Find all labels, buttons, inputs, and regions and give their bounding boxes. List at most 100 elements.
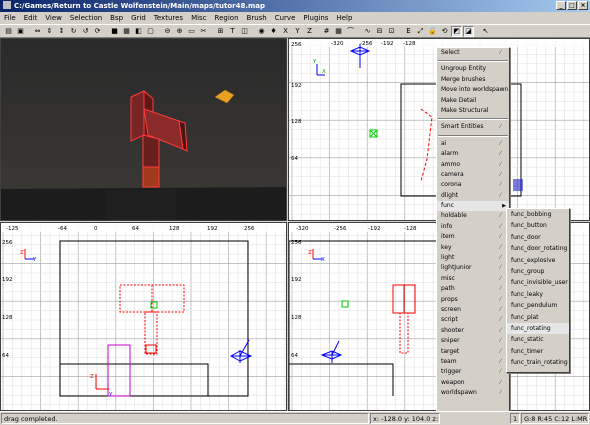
select-touching-icon[interactable]: ▦ bbox=[121, 26, 132, 37]
flip-x-icon[interactable]: ⇔ bbox=[32, 26, 43, 37]
menu-item-alarm[interactable]: alarm ⁄ bbox=[437, 149, 509, 159]
submenu-item-func-timer[interactable]: func_timer bbox=[507, 346, 569, 357]
menu-item-dlight[interactable]: dlight ⁄ bbox=[437, 191, 509, 201]
clipper-icon[interactable]: ✂ bbox=[198, 26, 209, 37]
menu-item-camera[interactable]: camera ⁄ bbox=[437, 170, 509, 180]
minimize-button[interactable]: _ bbox=[556, 1, 566, 10]
menu-item-smart-entities[interactable]: Smart Entities ⁄ bbox=[437, 122, 509, 132]
insert-icon[interactable]: ⊟ bbox=[374, 26, 385, 37]
yz-view[interactable]: -125 -64 0 64 128 192 256 256 192 128 64… bbox=[0, 222, 287, 411]
rotate-lock-icon[interactable]: ⟲ bbox=[439, 26, 450, 37]
grid-icon[interactable]: # bbox=[321, 26, 332, 37]
menu-item-holdable[interactable]: holdable ⁄ bbox=[437, 211, 509, 221]
y-view-icon[interactable]: Y bbox=[292, 26, 303, 37]
open-file-icon[interactable]: ▤ bbox=[3, 26, 14, 37]
change-view-icon[interactable]: ⊞ bbox=[215, 26, 226, 37]
cubic-clip-icon[interactable]: ◫ bbox=[239, 26, 250, 37]
menu-item-screen[interactable]: screen ⁄ bbox=[437, 305, 509, 315]
submenu-item-func-pendulum[interactable]: func_pendulum bbox=[507, 300, 569, 311]
menu-item-key[interactable]: key ⁄ bbox=[437, 243, 509, 253]
menu-item-select[interactable]: Select ⁄ bbox=[437, 48, 509, 58]
menu-item-sniper[interactable]: sniper ⁄ bbox=[437, 336, 509, 346]
menu-edit[interactable]: Edit bbox=[20, 12, 42, 24]
menu-item-func[interactable]: func ▶ bbox=[437, 201, 509, 212]
z-view-icon[interactable]: Z bbox=[304, 26, 315, 37]
submenu-item-func-bobbing[interactable]: func_bobbing bbox=[507, 209, 569, 220]
rotate-y-icon[interactable]: ↺ bbox=[80, 26, 91, 37]
select-partial-icon[interactable]: ◧ bbox=[133, 26, 144, 37]
menu-item-worldspawn[interactable]: worldspawn ⁄ bbox=[437, 388, 509, 398]
csg-subtract-icon[interactable]: ⊖ bbox=[162, 26, 173, 37]
menu-item-make-detail[interactable]: Make Detail bbox=[437, 96, 509, 106]
submenu-item-func-rotating[interactable]: func_rotating bbox=[507, 322, 569, 335]
submenu-item-func-door-rotating[interactable]: func_door_rotating bbox=[507, 243, 569, 254]
selected-brush-outline[interactable] bbox=[420, 108, 433, 182]
menu-item-merge-brushes[interactable]: Merge brushes bbox=[437, 75, 509, 85]
curve-icon[interactable]: ∿ bbox=[362, 26, 373, 37]
menu-curve[interactable]: Curve bbox=[271, 12, 300, 24]
menu-item-misc[interactable]: misc ⁄ bbox=[437, 274, 509, 284]
brush-cursor-icon[interactable]: ↖ bbox=[480, 26, 491, 37]
submenu-item-func-invisible-user[interactable]: func_invisible_user bbox=[507, 277, 569, 288]
menu-item-weapon[interactable]: weapon ⁄ bbox=[437, 378, 509, 388]
menu-item-item[interactable]: item ⁄ bbox=[437, 232, 509, 242]
menu-item-ungroup-entity[interactable]: Ungroup Entity bbox=[437, 64, 509, 74]
menu-item-team[interactable]: team ⁄ bbox=[437, 357, 509, 367]
menu-item-ai[interactable]: ai ⁄ bbox=[437, 139, 509, 149]
menu-item-path[interactable]: path ⁄ bbox=[437, 284, 509, 294]
menu-item-move-into-worldspawn[interactable]: Move into worldspawn bbox=[437, 85, 509, 95]
save-file-icon[interactable]: ▣ bbox=[15, 26, 26, 37]
select-inside-icon[interactable]: ▢ bbox=[145, 26, 156, 37]
patch-icon[interactable]: ▦ bbox=[333, 26, 344, 37]
scale-icon[interactable]: ⤢ bbox=[415, 26, 426, 37]
x-view-icon[interactable]: X bbox=[280, 26, 291, 37]
submenu-item-func-explosive[interactable]: func_explosive bbox=[507, 255, 569, 266]
flip-y-icon[interactable]: ⇕ bbox=[44, 26, 55, 37]
texture-view-icon[interactable]: T bbox=[227, 26, 238, 37]
submenu-item-func-plat[interactable]: func_plat bbox=[507, 312, 569, 323]
select-complete-icon[interactable]: ■ bbox=[109, 26, 120, 37]
rotate-x-icon[interactable]: ↻ bbox=[68, 26, 79, 37]
menu-item-corona[interactable]: corona ⁄ bbox=[437, 180, 509, 190]
maximize-button[interactable]: □ bbox=[567, 1, 577, 10]
drag-edges-icon[interactable]: ◩ bbox=[451, 25, 462, 37]
close-button[interactable]: × bbox=[578, 1, 588, 10]
entity-icon[interactable]: ♦ bbox=[268, 26, 279, 37]
submenu-item-func-group[interactable]: func_group bbox=[507, 266, 569, 277]
menu-item-props[interactable]: props ⁄ bbox=[437, 295, 509, 305]
bend-icon[interactable]: ⌒ bbox=[345, 26, 356, 37]
menu-region[interactable]: Region bbox=[211, 12, 243, 24]
rotate-z-icon[interactable]: ⟳ bbox=[92, 26, 103, 37]
menu-bsp[interactable]: Bsp bbox=[106, 12, 127, 24]
menu-misc[interactable]: Misc bbox=[187, 12, 210, 24]
submenu-item-func-leaky[interactable]: func_leaky bbox=[507, 289, 569, 300]
drill-icon[interactable]: ⊡ bbox=[386, 26, 397, 37]
menu-item-make-structural[interactable]: Make Structural bbox=[437, 106, 509, 116]
menu-item-shooter[interactable]: shooter ⁄ bbox=[437, 326, 509, 336]
menu-view[interactable]: View bbox=[41, 12, 66, 24]
menu-textures[interactable]: Textures bbox=[150, 12, 187, 24]
menu-selection[interactable]: Selection bbox=[66, 12, 106, 24]
submenu-item-func-button[interactable]: func_button bbox=[507, 220, 569, 231]
menu-item-lightjunior[interactable]: lightJunior ⁄ bbox=[437, 263, 509, 273]
camera-view[interactable] bbox=[0, 38, 287, 221]
menu-grid[interactable]: Grid bbox=[127, 12, 150, 24]
drag-vertices-icon[interactable]: ◪ bbox=[463, 25, 474, 37]
menu-item-trigger[interactable]: trigger ⁄ bbox=[437, 367, 509, 377]
menu-plugins[interactable]: Plugins bbox=[299, 12, 332, 24]
flip-z-icon[interactable]: ↕ bbox=[56, 26, 67, 37]
menu-item-info[interactable]: info ⁄ bbox=[437, 222, 509, 232]
menu-help[interactable]: Help bbox=[332, 12, 356, 24]
csg-merge-icon[interactable]: ⊕ bbox=[174, 26, 185, 37]
menu-item-ammo[interactable]: ammo ⁄ bbox=[437, 160, 509, 170]
submenu-item-func-door[interactable]: func_door bbox=[507, 232, 569, 243]
menu-item-target[interactable]: target ⁄ bbox=[437, 347, 509, 357]
show-entities-icon[interactable]: E bbox=[403, 26, 414, 37]
room-brush[interactable] bbox=[59, 240, 249, 397]
menu-file[interactable]: File bbox=[0, 12, 20, 24]
menu-item-light[interactable]: light ⁄ bbox=[437, 253, 509, 263]
submenu-item-func-train-rotating[interactable]: func_train_rotating bbox=[507, 357, 569, 368]
texture-lock-icon[interactable]: 🔒 bbox=[427, 26, 438, 37]
submenu-item-func-static[interactable]: func_static bbox=[507, 334, 569, 345]
hollow-icon[interactable]: ▭ bbox=[186, 26, 197, 37]
